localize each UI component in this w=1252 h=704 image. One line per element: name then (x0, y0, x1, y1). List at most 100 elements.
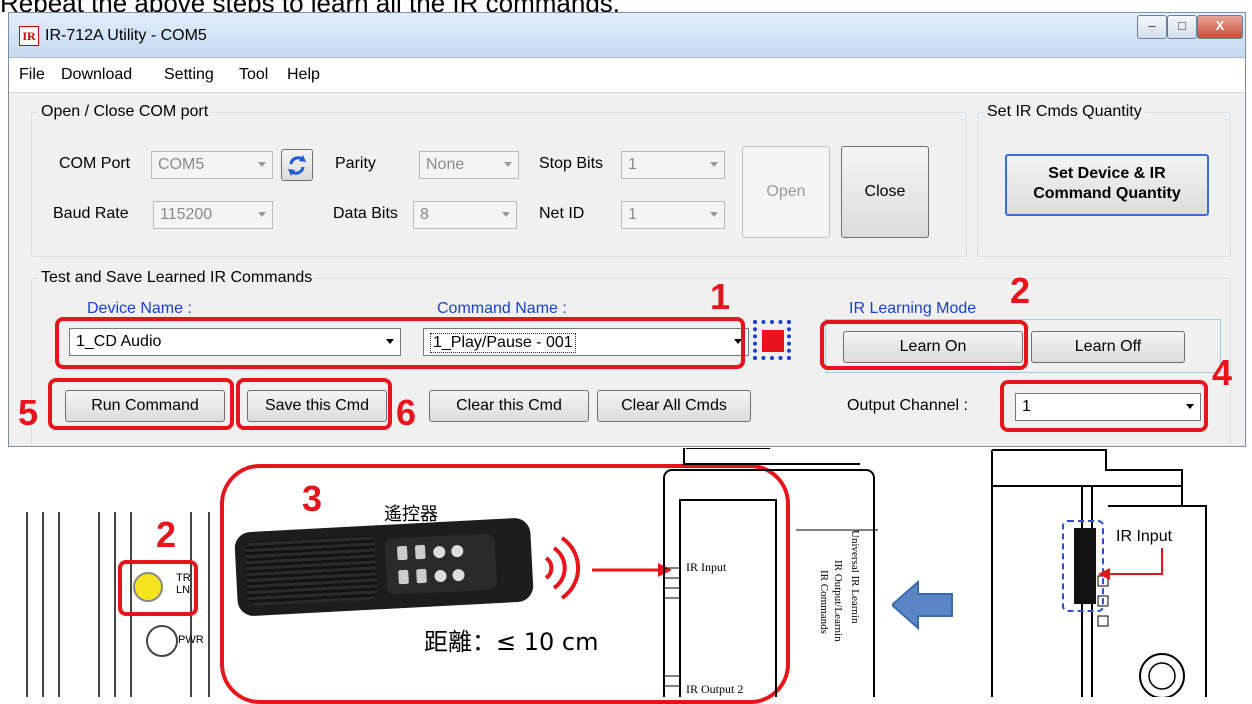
led-pwr-text: PWR (178, 634, 204, 646)
highlight-step5 (48, 378, 234, 430)
panel-line (208, 512, 210, 697)
baud-rate-value: 115200 (160, 206, 213, 223)
device-side-text2: IR Output/Learnin (832, 560, 844, 642)
clear-all-button[interactable]: Clear All Cmds (597, 390, 751, 422)
step-number-3: 3 (302, 478, 323, 519)
led-label: TR LN (176, 572, 191, 596)
baud-rate-select[interactable]: 115200 (153, 201, 273, 229)
highlight-step4 (1000, 380, 1208, 432)
chevron-down-icon (258, 162, 266, 167)
remote-key (398, 569, 409, 585)
command-name-label: Command Name : (437, 300, 567, 317)
panel-line (42, 512, 44, 697)
parity-value: None (426, 156, 465, 173)
set-quantity-button[interactable]: Set Device & IR Command Quantity (1005, 154, 1209, 216)
set-quantity-line1: Set Device & IR (1048, 165, 1166, 182)
open-button[interactable]: Open (742, 146, 830, 238)
remote-key (396, 545, 408, 561)
close-icon[interactable]: X (1197, 15, 1243, 39)
maximize-icon[interactable]: □ (1167, 15, 1197, 39)
highlight-step1 (55, 317, 745, 369)
device-side-text1: Universal IR Learnin (849, 530, 861, 624)
pointer-arrow-icon (1098, 548, 1163, 580)
ir-output2-port-label: IR Output 2 (686, 682, 744, 696)
remote-key (450, 544, 464, 558)
chevron-down-icon (710, 212, 718, 217)
ir-learning-mode-label: IR Learning Mode (849, 300, 977, 317)
panel-line (114, 512, 116, 697)
com-port-select[interactable]: COM5 (151, 151, 273, 179)
baud-rate-label: Baud Rate (53, 205, 129, 222)
com-port-label: COM Port (59, 155, 131, 172)
close-button[interactable]: Close (841, 146, 929, 238)
menu-tool[interactable]: Tool (239, 66, 268, 84)
parity-select[interactable]: None (419, 151, 519, 179)
data-bits-label: Data Bits (333, 205, 398, 222)
step-number-5: 5 (18, 392, 39, 433)
step-number-2: 2 (1010, 270, 1031, 311)
menu-bar: File Download Setting Tool Help (9, 58, 1245, 93)
parity-label: Parity (335, 155, 376, 172)
output-channel-label: Output Channel : (847, 397, 968, 414)
chevron-down-icon (504, 162, 512, 167)
stop-bits-label: Stop Bits (539, 155, 604, 172)
distance-label: 距離：≤ 10 cm (424, 628, 599, 656)
menu-file[interactable]: File (19, 66, 45, 84)
device-side-text3: IR Commands (818, 570, 830, 634)
cmd-quantity-legend: Set IR Cmds Quantity (987, 103, 1142, 120)
stop-bits-value: 1 (628, 156, 637, 173)
step-number-2-device: 2 (156, 514, 177, 555)
minimize-icon[interactable]: – (1137, 15, 1167, 39)
learn-off-button[interactable]: Learn Off (1031, 331, 1185, 363)
net-id-value: 1 (628, 206, 637, 223)
app-icon: IR (19, 26, 39, 46)
com-port-legend: Open / Close COM port (41, 103, 209, 120)
step-number-4: 4 (1212, 352, 1233, 393)
com-port-value: COM5 (158, 156, 205, 173)
remote-key (432, 545, 446, 559)
net-id-select[interactable]: 1 (621, 201, 725, 229)
chevron-down-icon (502, 212, 510, 217)
tr-led-icon (133, 572, 163, 602)
remote-key (414, 544, 426, 560)
window-title: IR-712A Utility - COM5 (45, 27, 207, 44)
status-indicator (762, 330, 784, 352)
highlight-step6 (236, 378, 392, 430)
remote-key (416, 568, 427, 584)
data-bits-value: 8 (420, 206, 429, 223)
remote-control-icon (234, 517, 534, 617)
menu-help[interactable]: Help (287, 66, 320, 84)
device-name-label: Device Name : (87, 300, 192, 317)
remote-keypad (384, 533, 498, 595)
panel-line (26, 512, 28, 697)
title-bar[interactable]: IR IR-712A Utility - COM5 – □ X (9, 13, 1245, 58)
remote-key (452, 568, 465, 582)
ir-input-label: IR Input (1116, 528, 1173, 545)
stop-bits-select[interactable]: 1 (621, 151, 725, 179)
step-number-1: 1 (710, 276, 731, 317)
panel-line (58, 512, 60, 697)
led-tr-text: TR (176, 572, 191, 584)
step-number-6: 6 (396, 392, 417, 433)
panel-line (98, 512, 100, 697)
ir-input-port-label: IR Input (686, 560, 727, 574)
refresh-icon[interactable] (281, 149, 313, 181)
pwr-led-icon (146, 625, 178, 657)
menu-download[interactable]: Download (61, 66, 132, 84)
net-id-label: Net ID (539, 205, 585, 222)
ir-input-sensor (1074, 528, 1096, 604)
highlight-step2 (820, 320, 1028, 370)
arrow-left-icon (892, 580, 953, 630)
learn-group-legend: Test and Save Learned IR Commands (41, 269, 313, 286)
status-indicator-frame (753, 320, 791, 360)
chevron-down-icon (258, 212, 266, 217)
clear-cmd-button[interactable]: Clear this Cmd (429, 390, 589, 422)
remote-grip (244, 535, 378, 607)
data-bits-select[interactable]: 8 (413, 201, 517, 229)
chevron-down-icon (710, 162, 718, 167)
led-ln-text: LN (176, 584, 191, 596)
remote-key (434, 569, 447, 583)
set-quantity-line2: Command Quantity (1033, 185, 1181, 202)
menu-setting[interactable]: Setting (164, 66, 214, 84)
ir-signal-icon (544, 536, 581, 600)
